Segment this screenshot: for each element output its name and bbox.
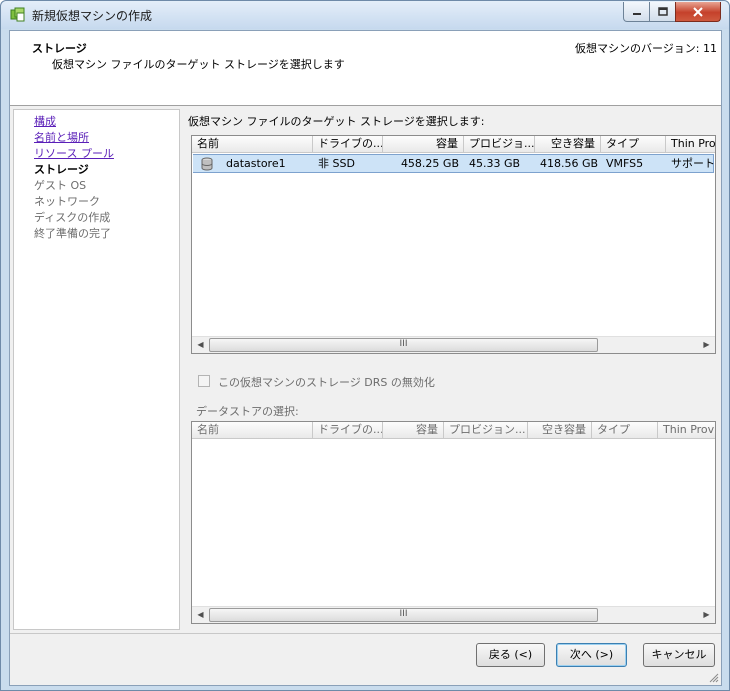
step-ready-complete: 終了準備の完了 bbox=[34, 227, 111, 240]
scroll-thumb[interactable]: III bbox=[209, 608, 598, 622]
col-header-name: 名前 bbox=[192, 422, 313, 439]
row-capacity: 458.25 GB bbox=[400, 157, 459, 170]
step-storage: ストレージ bbox=[34, 163, 89, 176]
wizard-client-area: ストレージ 仮想マシン ファイルのターゲット ストレージを選択します 仮想マシン… bbox=[9, 30, 722, 686]
vsphere-app-icon bbox=[10, 7, 25, 22]
close-icon bbox=[693, 6, 703, 17]
page-subtitle: 仮想マシン ファイルのターゲット ストレージを選択します bbox=[52, 58, 345, 71]
step-resource-pool[interactable]: リソース プール bbox=[34, 145, 114, 161]
wizard-header: ストレージ 仮想マシン ファイルのターゲット ストレージを選択します 仮想マシン… bbox=[10, 31, 721, 106]
close-button[interactable] bbox=[675, 2, 721, 22]
col-header-thin: Thin Provi bbox=[663, 423, 716, 436]
scroll-thumb[interactable]: III bbox=[209, 338, 598, 352]
next-button[interactable]: 次へ (>) bbox=[556, 643, 627, 667]
step-name-location[interactable]: 名前と場所 bbox=[34, 129, 89, 145]
col-header-drive[interactable]: ドライブの... bbox=[313, 136, 383, 153]
back-button[interactable]: 戻る (<) bbox=[476, 643, 545, 667]
col-header-capacity: 容量 bbox=[383, 422, 444, 439]
maximize-icon bbox=[657, 7, 668, 16]
drs-disable-checkbox[interactable] bbox=[198, 375, 210, 387]
row-provisioned: 45.33 GB bbox=[469, 157, 521, 170]
col-header-provisioned: プロビジョン... bbox=[444, 422, 528, 439]
storage-table-hscrollbar[interactable]: ◀ III ▶ bbox=[192, 336, 715, 353]
title-bar[interactable]: 新規仮想マシンの作成 bbox=[1, 1, 729, 29]
col-header-free: 空き容量 bbox=[528, 422, 592, 439]
scroll-right-icon[interactable]: ▶ bbox=[698, 607, 715, 623]
datastore-table: 名前 ドライブの... 容量 プロビジョン... 空き容量 タイプ Thin P… bbox=[191, 421, 716, 624]
step-network: ネットワーク bbox=[34, 195, 100, 208]
datastore-select-label: データストアの選択: bbox=[196, 405, 299, 418]
wizard-window: 新規仮想マシンの作成 ストレージ 仮想マシン ファイルのターゲット ストレージを… bbox=[0, 0, 730, 691]
col-header-thin[interactable]: Thin Prov bbox=[666, 136, 715, 153]
step-create-disk: ディスクの作成 bbox=[34, 211, 111, 224]
col-header-drive: ドライブの... bbox=[313, 422, 383, 439]
wizard-steps-panel: 構成 名前と場所 リソース プール ストレージ ゲスト OS ネットワーク ディ… bbox=[13, 109, 180, 630]
storage-table-header: 名前 ドライブの... 容量 プロビジョ... 空き容量 タイプ Thin Pr… bbox=[192, 136, 715, 153]
row-name: datastore1 bbox=[226, 157, 286, 170]
datastore-table-header: 名前 ドライブの... 容量 プロビジョン... 空き容量 タイプ Thin P… bbox=[192, 422, 715, 439]
col-header-free[interactable]: 空き容量 bbox=[535, 136, 601, 153]
row-thin: サポート対 bbox=[671, 157, 715, 170]
cancel-button[interactable]: キャンセル bbox=[643, 643, 715, 667]
col-header-provisioned[interactable]: プロビジョ... bbox=[464, 136, 535, 153]
step-configuration[interactable]: 構成 bbox=[34, 113, 56, 129]
maximize-button[interactable] bbox=[649, 2, 676, 22]
scroll-left-icon[interactable]: ◀ bbox=[192, 337, 209, 353]
scroll-right-icon[interactable]: ▶ bbox=[698, 337, 715, 353]
vm-version-label: 仮想マシンのバージョン: 11 bbox=[575, 42, 717, 55]
footer-divider bbox=[10, 633, 721, 634]
col-header-name[interactable]: 名前 bbox=[192, 136, 313, 153]
table-row[interactable]: datastore1 非 SSD 458.25 GB 45.33 GB 418.… bbox=[193, 154, 715, 173]
minimize-icon bbox=[632, 12, 641, 15]
window-title: 新規仮想マシンの作成 bbox=[32, 9, 153, 23]
minimize-button[interactable] bbox=[623, 2, 650, 22]
col-header-type[interactable]: タイプ bbox=[601, 136, 666, 153]
storage-select-label: 仮想マシン ファイルのターゲット ストレージを選択します: bbox=[188, 115, 485, 128]
row-type: VMFS5 bbox=[606, 157, 644, 170]
col-header-type: タイプ bbox=[592, 422, 658, 439]
drs-disable-label: この仮想マシンのストレージ DRS の無効化 bbox=[218, 376, 435, 389]
row-drive: 非 SSD bbox=[318, 157, 355, 170]
row-free: 418.56 GB bbox=[540, 157, 599, 170]
step-guest-os: ゲスト OS bbox=[34, 179, 87, 192]
resize-grip-icon[interactable] bbox=[707, 671, 719, 683]
datastore-table-hscrollbar[interactable]: ◀ III ▶ bbox=[192, 606, 715, 623]
storage-table: 名前 ドライブの... 容量 プロビジョ... 空き容量 タイプ Thin Pr… bbox=[191, 135, 716, 354]
datastore-icon bbox=[201, 157, 213, 171]
col-header-capacity[interactable]: 容量 bbox=[383, 136, 464, 153]
scroll-left-icon[interactable]: ◀ bbox=[192, 607, 209, 623]
page-title: ストレージ bbox=[32, 42, 87, 55]
